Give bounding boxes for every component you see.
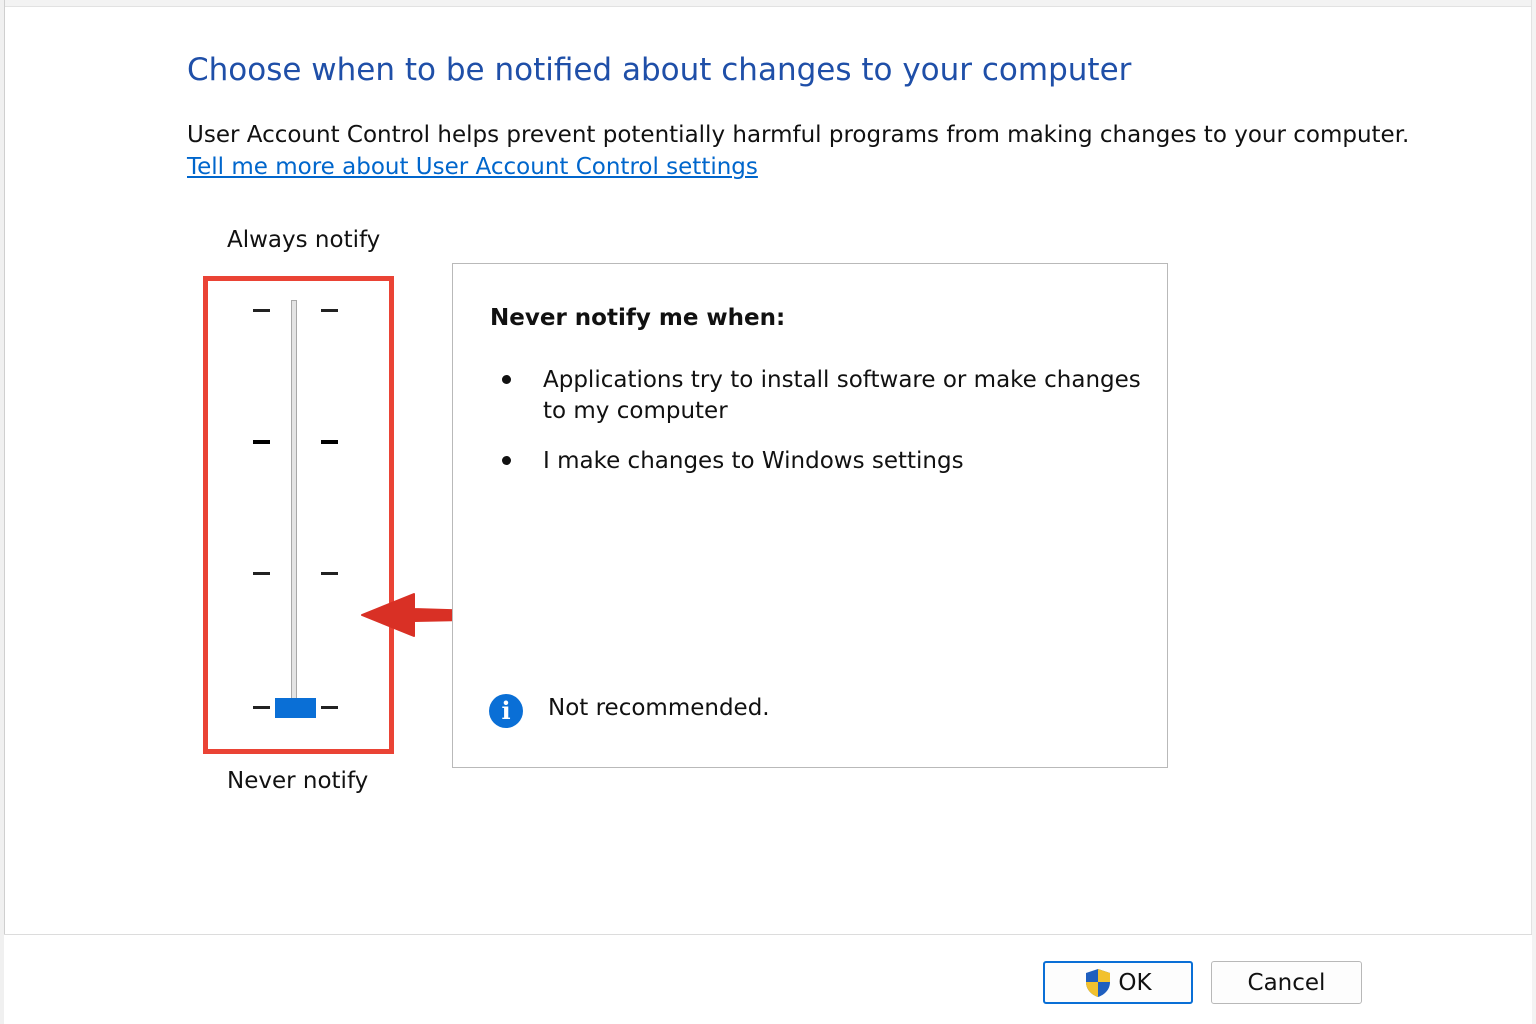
window-right-edge: [1531, 0, 1536, 1024]
slider-tick: [253, 309, 270, 312]
list-item: I make changes to Windows settings: [543, 448, 964, 474]
info-text: Not recommended.: [548, 695, 770, 721]
bullet-icon: [502, 375, 511, 384]
uac-settings-window: Choose when to be notified about changes…: [0, 0, 1536, 1024]
ok-button[interactable]: OK: [1043, 961, 1193, 1004]
window-top-edge: [0, 0, 1536, 7]
description-text: User Account Control helps prevent poten…: [187, 122, 1410, 148]
slider-track[interactable]: [291, 300, 297, 708]
slider-tick: [253, 572, 270, 575]
slider-tick: [321, 706, 338, 709]
slider-top-label: Always notify: [227, 227, 381, 253]
slider-tick: [321, 572, 338, 575]
slider-tick: [321, 440, 338, 444]
description-panel: [452, 263, 1168, 768]
panel-heading: Never notify me when:: [490, 305, 786, 331]
slider-highlight-box: [203, 276, 394, 754]
window-left-edge: [0, 0, 5, 1024]
ok-button-label: OK: [1118, 969, 1152, 996]
slider-tick: [253, 706, 270, 709]
slider-tick: [253, 440, 270, 444]
cancel-button-label: Cancel: [1247, 969, 1326, 996]
help-link[interactable]: Tell me more about User Account Control …: [187, 154, 758, 180]
slider-tick: [321, 309, 338, 312]
info-icon: i: [489, 694, 523, 728]
slider-bottom-label: Never notify: [227, 768, 369, 794]
bullet-icon: [502, 456, 511, 465]
slider-thumb[interactable]: [275, 698, 316, 718]
page-title: Choose when to be notified about changes…: [187, 52, 1132, 88]
list-item: Applications try to install software or …: [543, 367, 1141, 424]
cancel-button[interactable]: Cancel: [1211, 961, 1362, 1004]
uac-shield-icon: [1086, 968, 1111, 997]
